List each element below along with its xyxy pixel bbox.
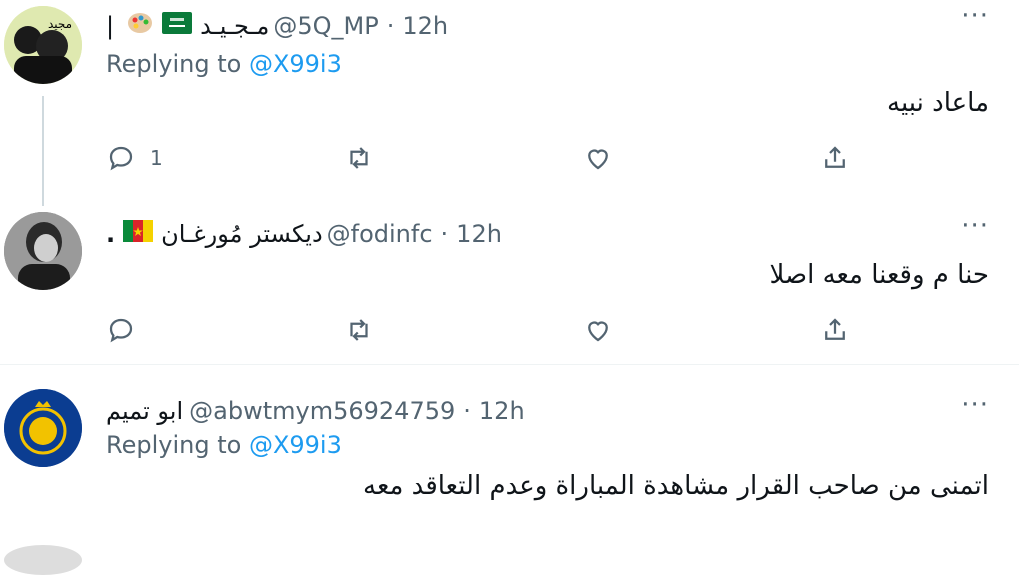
action-bar xyxy=(106,310,906,350)
timestamp[interactable]: 12h xyxy=(402,12,448,40)
separator-dot: · xyxy=(386,12,395,40)
tweet-header: | مـجـيـد @5Q_MP · 12h xyxy=(106,6,448,46)
avatar-image xyxy=(4,389,82,467)
avatar[interactable]: مجيد xyxy=(4,6,82,84)
share-icon xyxy=(825,146,845,168)
next-avatar-partial xyxy=(4,545,82,575)
tweet-2[interactable]: . ديكستر مُورغـان @fodinfc · 12h ··· حنا… xyxy=(0,190,1019,360)
reply-count: 1 xyxy=(150,146,163,170)
avatar[interactable] xyxy=(4,212,82,290)
reply-button[interactable]: 1 xyxy=(106,138,163,178)
display-name[interactable]: ديكستر مُورغـان xyxy=(161,220,323,248)
more-icon[interactable]: ··· xyxy=(961,3,989,29)
share-button[interactable] xyxy=(820,138,850,178)
heart-icon xyxy=(588,149,608,170)
separator-mark: . xyxy=(106,220,116,248)
retweet-button[interactable] xyxy=(344,138,374,178)
retweet-button[interactable] xyxy=(344,310,374,350)
replying-to: Replying to @X99i3 xyxy=(106,50,342,78)
tweet-text: اتمنى من صاحب القرار مشاهدة المباراة وعد… xyxy=(363,471,989,501)
like-button[interactable] xyxy=(583,310,613,350)
retweet-icon xyxy=(350,147,368,169)
avatar-text: مجيد xyxy=(48,17,72,31)
separator-dot: · xyxy=(440,220,449,248)
timestamp[interactable]: 12h xyxy=(456,220,502,248)
reply-icon xyxy=(109,318,133,343)
action-bar: 1 xyxy=(106,138,906,178)
user-handle[interactable]: @abwtmym56924759 xyxy=(189,397,455,425)
display-name[interactable]: مـجـيـد xyxy=(200,12,269,40)
saudi-flag-icon xyxy=(162,12,193,40)
replying-to-label: Replying to xyxy=(106,50,242,78)
tweet-1[interactable]: مجيد | مـجـيـد @5Q_MP · 12h ··· Replying… xyxy=(0,0,1019,190)
separator-mark: | xyxy=(106,12,115,40)
user-handle[interactable]: @fodinfc xyxy=(327,220,433,248)
like-button[interactable] xyxy=(583,138,613,178)
tweet-header: . ديكستر مُورغـان @fodinfc · 12h xyxy=(106,214,502,254)
more-icon[interactable]: ··· xyxy=(961,392,989,418)
share-icon xyxy=(825,318,845,340)
separator-dot: · xyxy=(463,397,471,425)
cameroon-flag-icon xyxy=(123,220,154,248)
timestamp[interactable]: 12h xyxy=(479,397,525,425)
tweet-text: حنا م وقعنا معه اصلا xyxy=(769,260,989,290)
heart-icon xyxy=(588,321,608,342)
display-name[interactable]: ابو تميم xyxy=(106,397,183,425)
reply-button[interactable] xyxy=(106,310,136,350)
avatar-image: مجيد xyxy=(4,6,82,84)
share-button[interactable] xyxy=(820,310,850,350)
user-handle[interactable]: @5Q_MP xyxy=(273,12,378,40)
replying-to-label: Replying to xyxy=(106,431,242,459)
mention-link[interactable]: @X99i3 xyxy=(249,50,342,78)
more-icon[interactable]: ··· xyxy=(961,213,989,239)
avatar-image xyxy=(4,212,82,290)
mention-link[interactable]: @X99i3 xyxy=(249,431,342,459)
replying-to: Replying to @X99i3 xyxy=(106,431,342,459)
reply-icon xyxy=(109,146,133,171)
retweet-icon xyxy=(350,319,368,341)
tweet-header: ابو تميم @abwtmym56924759 · 12h xyxy=(106,391,525,431)
palette-emoji-icon xyxy=(126,11,154,41)
tweet-text: ماعاد نبيه xyxy=(887,88,989,118)
avatar[interactable] xyxy=(4,389,82,467)
tweet-3[interactable]: ابو تميم @abwtmym56924759 · 12h ··· Repl… xyxy=(0,365,1019,558)
